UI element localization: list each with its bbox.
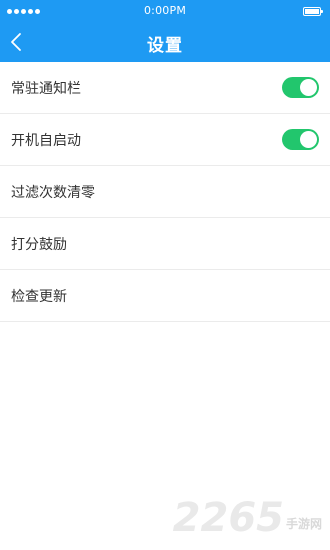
page-title: 设置	[147, 36, 183, 56]
setting-label: 开机自启动	[11, 133, 81, 149]
setting-row-rate-app[interactable]: 打分鼓励	[0, 218, 330, 270]
toggle-knob	[300, 131, 317, 148]
nav-bar: 设置	[0, 22, 330, 62]
setting-label: 打分鼓励	[11, 237, 67, 253]
toggle-knob	[300, 79, 317, 96]
settings-list: 常驻通知栏 开机自启动 过滤次数清零 打分鼓励 检查更新	[0, 62, 330, 322]
setting-label: 常驻通知栏	[11, 81, 81, 97]
watermark-logo: 2265 手游网	[173, 498, 322, 538]
status-bar: 0:00PM	[0, 0, 330, 22]
watermark-text: 手游网	[285, 517, 322, 531]
auto-start-toggle[interactable]	[282, 129, 319, 150]
battery-icon	[303, 7, 323, 16]
watermark-digits: 2265	[172, 495, 284, 541]
app-header: 0:00PM 设置	[0, 0, 330, 62]
setting-row-check-update[interactable]: 检查更新	[0, 270, 330, 322]
setting-label: 过滤次数清零	[11, 185, 95, 201]
setting-row-persistent-notification[interactable]: 常驻通知栏	[0, 62, 330, 114]
setting-row-auto-start[interactable]: 开机自启动	[0, 114, 330, 166]
persistent-notification-toggle[interactable]	[282, 77, 319, 98]
setting-label: 检查更新	[11, 289, 67, 305]
status-time: 0:00PM	[143, 4, 187, 17]
setting-row-reset-filter-count[interactable]: 过滤次数清零	[0, 166, 330, 218]
